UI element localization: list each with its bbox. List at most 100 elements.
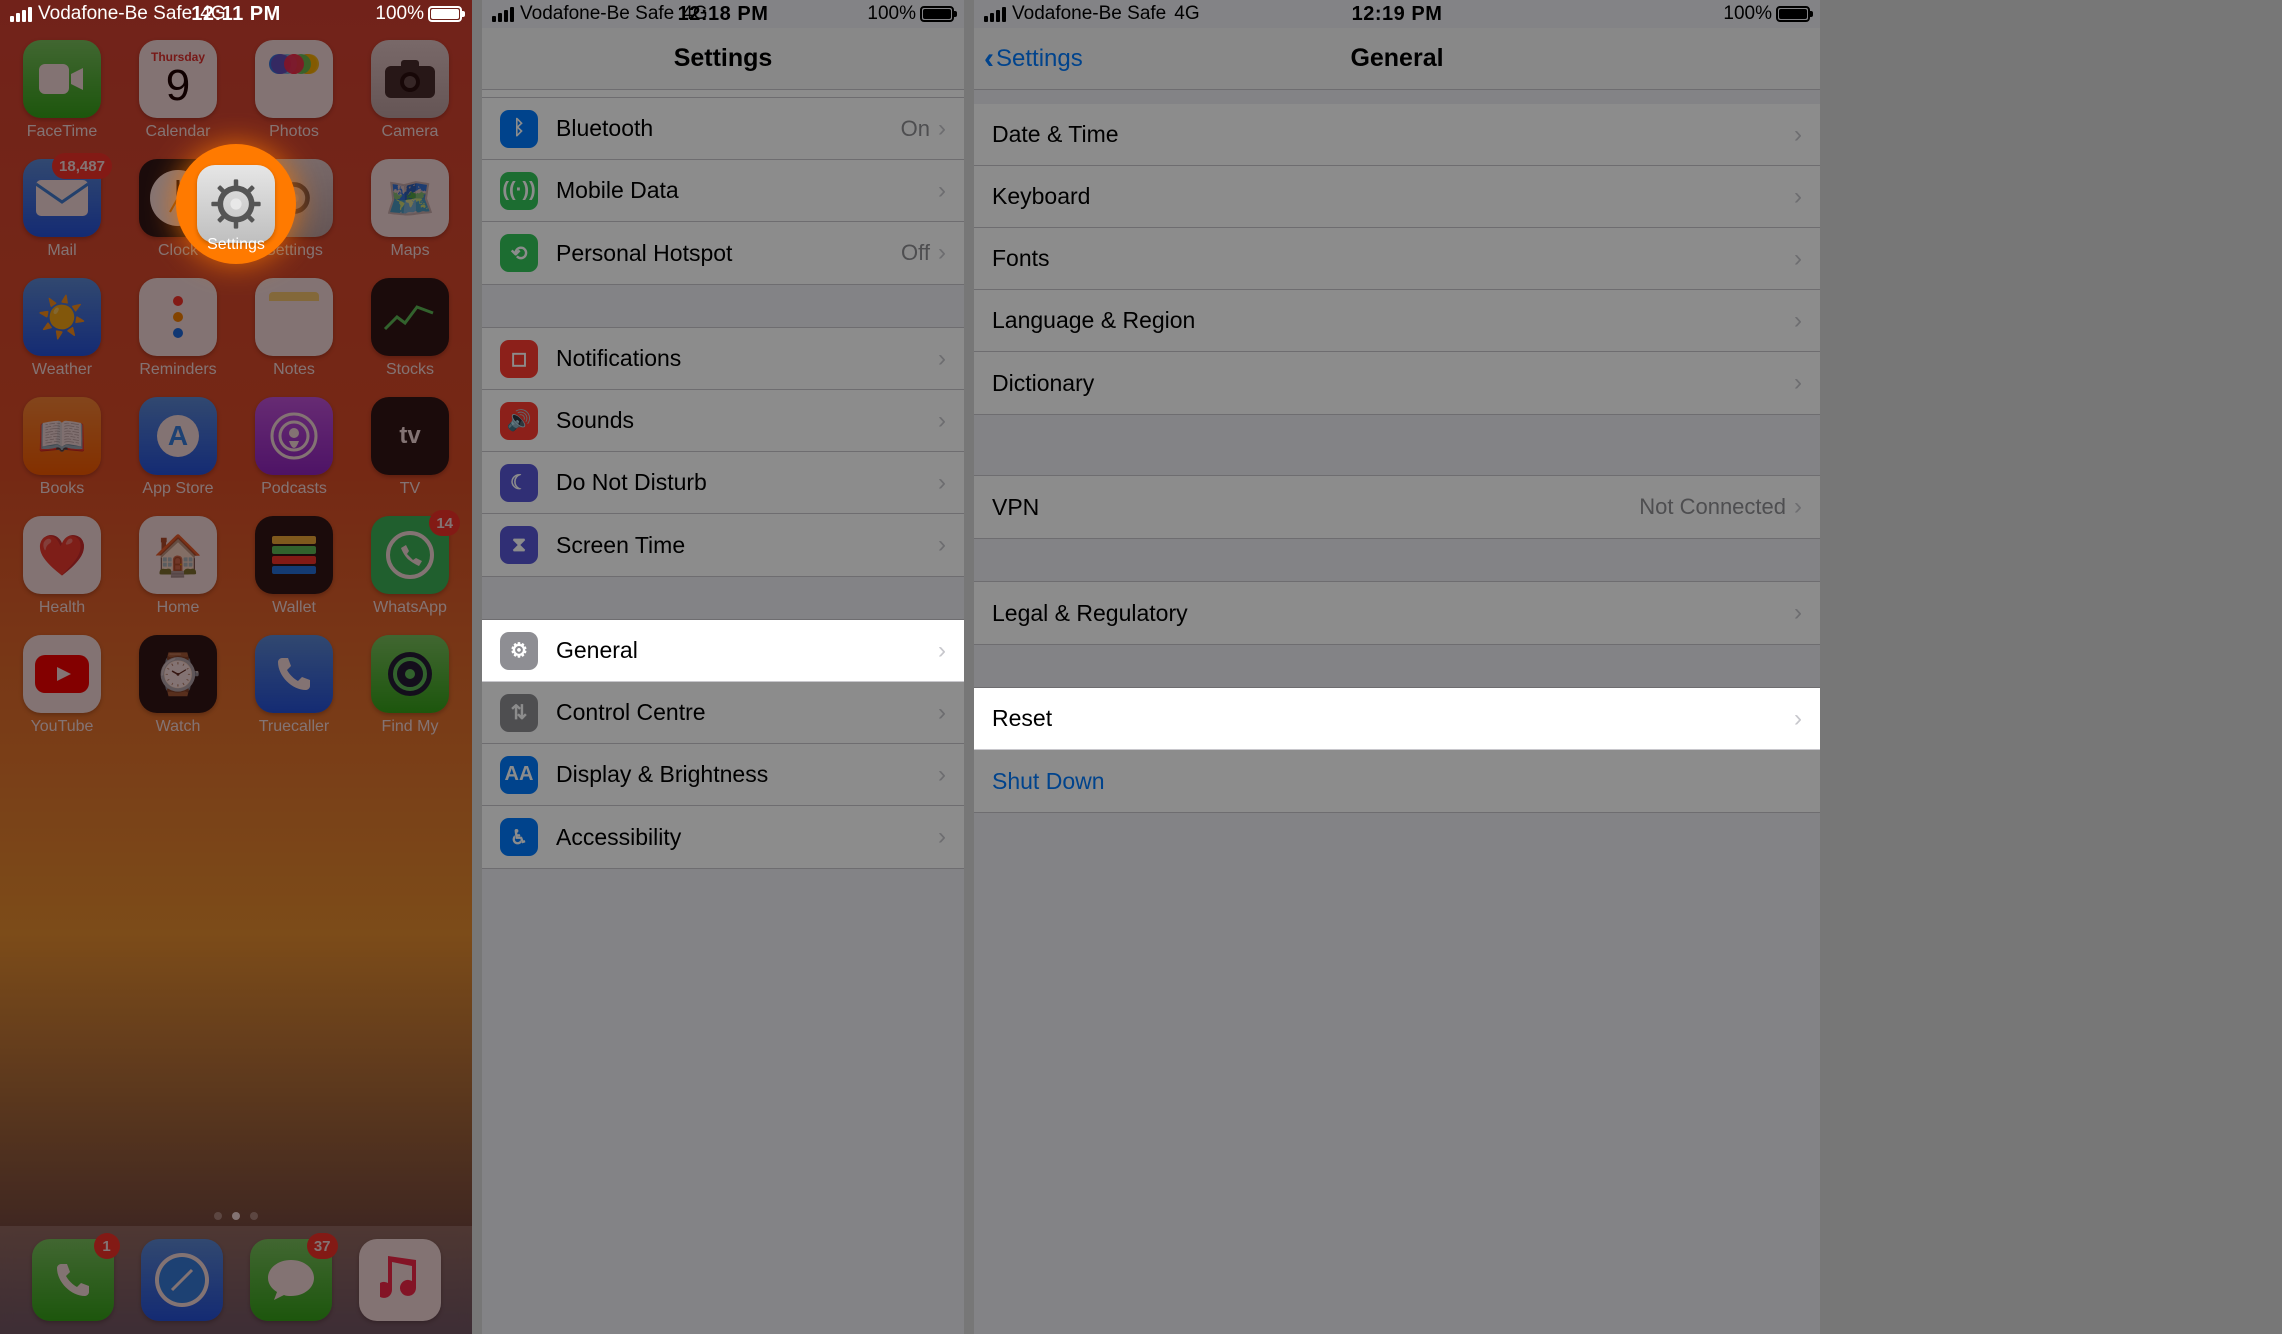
chevron-right-icon: › [1794, 599, 1802, 627]
chevron-right-icon: › [1794, 705, 1802, 733]
settings-group-connectivity: ᛒBluetoothOn›((·))Mobile Data›⟲Personal … [482, 98, 964, 285]
row-keyboard[interactable]: Keyboard› [974, 166, 1820, 228]
row-value: Off [901, 240, 930, 266]
row-display-brightness[interactable]: AA Display & Brightness› [482, 744, 964, 806]
row-label: Bluetooth [556, 115, 901, 142]
gear-icon: ⚙︎ [500, 632, 538, 670]
row-value: On [901, 116, 930, 142]
chevron-right-icon: › [1794, 493, 1802, 521]
row-bluetooth[interactable]: ᛒ BluetoothOn › [482, 98, 964, 160]
row-label: VPN [992, 494, 1639, 521]
row-label: Screen Time [556, 532, 938, 559]
hotspot-icon: ⟲ [500, 234, 538, 272]
chevron-right-icon: › [938, 177, 946, 205]
row-sounds[interactable]: 🔊 Sounds› [482, 390, 964, 452]
chevron-right-icon: › [1794, 307, 1802, 335]
status-bar: Vodafone-Be Safe 4G 12:18 PM 100% [482, 0, 964, 28]
chevron-right-icon: › [938, 761, 946, 789]
row-value: Not Connected [1639, 494, 1786, 520]
row-label: Control Centre [556, 699, 938, 726]
row-reset[interactable]: Reset› [974, 688, 1820, 750]
nav-bar: ‹ Settings General [974, 28, 1820, 90]
row-shut-down[interactable]: Shut Down [974, 750, 1820, 812]
battery-icon [428, 6, 462, 22]
status-bar: Vodafone-Be Safe 4G 12:11 PM 100% [0, 0, 472, 28]
chevron-right-icon: › [938, 115, 946, 143]
chevron-right-icon: › [1794, 183, 1802, 211]
row-label: Reset [992, 705, 1794, 732]
speaker-icon: 🔊 [500, 402, 538, 440]
row-notifications[interactable]: ◻︎ Notifications› [482, 328, 964, 390]
row-language-region[interactable]: Language & Region› [974, 290, 1820, 352]
row-label: Shut Down [992, 768, 1802, 795]
moon-icon: ☾ [500, 464, 538, 502]
status-bar: Vodafone-Be Safe 4G 12:19 PM 100% [974, 0, 1820, 28]
row-label: Do Not Disturb [556, 469, 938, 496]
chevron-right-icon: › [938, 699, 946, 727]
chevron-right-icon: › [938, 823, 946, 851]
row-control-centre[interactable]: ⇅ Control Centre› [482, 682, 964, 744]
row-screen-time[interactable]: ⧗ Screen Time› [482, 514, 964, 576]
battery-indicator: 100% [375, 3, 462, 25]
access-icon: ♿︎ [500, 818, 538, 856]
row-general[interactable]: ⚙︎ General› [482, 620, 964, 682]
page-title: Settings [674, 44, 773, 73]
general-group-legal: Legal & Regulatory› [974, 581, 1820, 645]
chevron-right-icon: › [1794, 245, 1802, 273]
chevron-left-icon: ‹ [984, 44, 994, 74]
settings-highlight-ring[interactable]: Settings [176, 144, 296, 264]
bell-icon: ◻︎ [500, 340, 538, 378]
chevron-right-icon: › [938, 469, 946, 497]
row-label: Language & Region [992, 307, 1794, 334]
general-screen: Vodafone-Be Safe 4G 12:19 PM 100% ‹ Sett… [974, 0, 1820, 1334]
general-group-1: Date & Time›Keyboard›Fonts›Language & Re… [974, 104, 1820, 415]
row-label: Display & Brightness [556, 761, 938, 788]
row-label: Date & Time [992, 121, 1794, 148]
settings-group-general: ⚙︎General›⇅Control Centre›AADisplay & Br… [482, 619, 964, 869]
chevron-right-icon: › [1794, 369, 1802, 397]
settings-screen: Vodafone-Be Safe 4G 12:18 PM 100% Settin… [482, 0, 964, 1334]
row-personal-hotspot[interactable]: ⟲Personal HotspotOff› [482, 222, 964, 284]
home-screen: Vodafone-Be Safe 4G 12:11 PM 100% FaceTi… [0, 0, 472, 1334]
battery-icon [1776, 6, 1810, 22]
switches-icon: ⇅ [500, 694, 538, 732]
aa-icon: AA [500, 756, 538, 794]
row-mobile-data[interactable]: ((·))Mobile Data› [482, 160, 964, 222]
row-label: Keyboard [992, 183, 1794, 210]
chevron-right-icon: › [938, 531, 946, 559]
row-label: Sounds [556, 407, 938, 434]
general-group-vpn: VPNNot Connected › [974, 475, 1820, 539]
row-vpn[interactable]: VPNNot Connected › [974, 476, 1820, 538]
row-label: Fonts [992, 245, 1794, 272]
signal-icon [492, 7, 514, 22]
carrier-label: Vodafone-Be Safe [38, 3, 192, 25]
nav-bar: Settings [482, 28, 964, 90]
row-fonts[interactable]: Fonts› [974, 228, 1820, 290]
row-legal-regulatory[interactable]: Legal & Regulatory› [974, 582, 1820, 644]
general-group-reset: Reset› Shut Down [974, 687, 1820, 813]
row-date-time[interactable]: Date & Time› [974, 104, 1820, 166]
chevron-right-icon: › [1794, 121, 1802, 149]
status-time: 12:11 PM [191, 3, 281, 26]
chevron-right-icon: › [938, 407, 946, 435]
row-label: Notifications [556, 345, 938, 372]
back-button[interactable]: ‹ Settings [984, 44, 1083, 74]
bluetooth-icon: ᛒ [500, 110, 538, 148]
row-label: Accessibility [556, 824, 938, 851]
row-accessibility[interactable]: ♿︎ Accessibility› [482, 806, 964, 868]
row-label: Mobile Data [556, 177, 938, 204]
row-dictionary[interactable]: Dictionary› [974, 352, 1820, 414]
page-title: General [1350, 44, 1443, 73]
chevron-right-icon: › [938, 345, 946, 373]
settings-group-notifications: ◻︎Notifications›🔊Sounds›☾Do Not Disturb›… [482, 327, 964, 577]
row-label: Personal Hotspot [556, 240, 901, 267]
signal-icon [984, 7, 1006, 22]
chevron-right-icon: › [938, 637, 946, 665]
app-label: Settings [207, 236, 265, 254]
gear-icon [197, 165, 275, 243]
battery-icon [920, 6, 954, 22]
row-do-not-disturb[interactable]: ☾ Do Not Disturb› [482, 452, 964, 514]
hourglass-icon: ⧗ [500, 526, 538, 564]
row-label: General [556, 637, 938, 664]
row-label: Legal & Regulatory [992, 600, 1794, 627]
